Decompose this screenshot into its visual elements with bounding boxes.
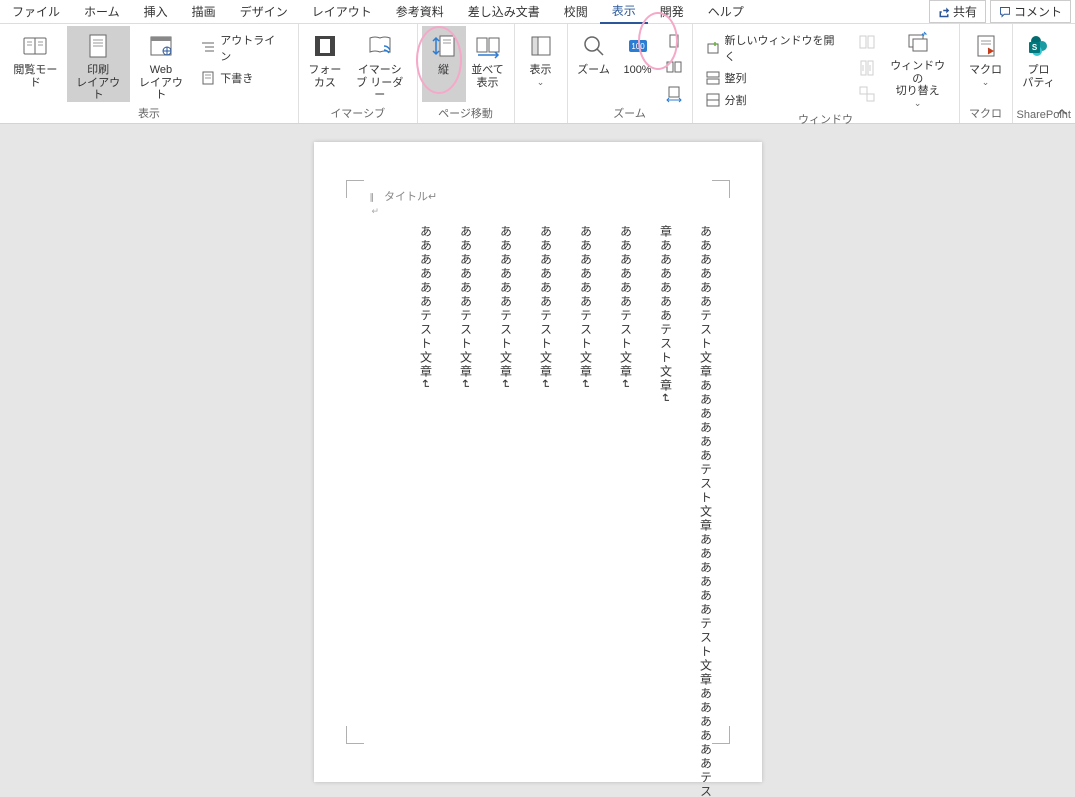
share-button[interactable]: 共有 bbox=[929, 0, 986, 23]
web-layout-button[interactable]: Web レイアウト bbox=[130, 26, 193, 102]
view-side-by-side-button[interactable] bbox=[857, 32, 877, 52]
text-column-7: ああああああテスト文章↵ bbox=[460, 225, 472, 797]
title-line: ∥タイトル↵ ↵ bbox=[370, 188, 720, 217]
margin-corner-bl bbox=[346, 726, 364, 744]
arrange-all-button[interactable]: 整列 bbox=[701, 68, 849, 88]
vertical-button[interactable]: 縦 bbox=[422, 26, 466, 102]
reset-position-button[interactable] bbox=[857, 84, 877, 104]
chevron-up-icon bbox=[1055, 105, 1069, 119]
text-column-8: ああああああテスト文章↵ bbox=[420, 225, 432, 797]
tab-layout[interactable]: レイアウト bbox=[300, 0, 384, 23]
zoom-button[interactable]: ズーム bbox=[572, 26, 616, 102]
group-zoom: ズーム 100 100% ズーム bbox=[568, 24, 693, 123]
arrange-icon bbox=[705, 70, 721, 86]
group-page-move: 縦 並べて 表示 ページ移動 bbox=[418, 24, 515, 123]
hundred-icon: 100 bbox=[622, 30, 654, 62]
print-layout-button[interactable]: 印刷 レイアウト bbox=[67, 26, 130, 102]
group-views: 閲覧モード 印刷 レイアウト Web レイアウト アウトライン bbox=[0, 24, 299, 123]
document-canvas[interactable]: ∥タイトル↵ ↵ ああああああテスト文章ああああああテスト文章ああああああテスト… bbox=[0, 124, 1075, 797]
switch-icon bbox=[902, 30, 934, 58]
group-immersive: フォー カス イマーシ ブ リーダー イマーシブ bbox=[299, 24, 418, 123]
outline-icon bbox=[200, 40, 216, 56]
text-columns: ああああああテスト文章ああああああテスト文章ああああああテスト文章ああああああテ… bbox=[370, 225, 720, 797]
zoom-icon bbox=[578, 30, 610, 62]
sharepoint-icon: S bbox=[1023, 30, 1055, 62]
tab-file[interactable]: ファイル bbox=[0, 0, 72, 23]
svg-text:100: 100 bbox=[631, 42, 645, 51]
show-button[interactable]: 表示 ⌄ bbox=[519, 26, 563, 102]
tab-references[interactable]: 参考資料 bbox=[384, 0, 456, 23]
focus-icon bbox=[309, 30, 341, 62]
margin-corner-tr bbox=[712, 180, 730, 198]
macro-icon bbox=[970, 30, 1002, 62]
tab-draw[interactable]: 描画 bbox=[180, 0, 228, 23]
read-mode-icon bbox=[19, 30, 51, 62]
new-window-icon bbox=[705, 40, 721, 56]
new-window-button[interactable]: 新しいウィンドウを開く bbox=[701, 30, 849, 66]
margin-corner-br bbox=[712, 726, 730, 744]
svg-text:S: S bbox=[1031, 43, 1037, 52]
text-column-3: ああああああテスト文章↵ bbox=[620, 225, 632, 797]
tab-insert[interactable]: 挿入 bbox=[132, 0, 180, 23]
split-icon bbox=[705, 92, 721, 108]
web-layout-icon bbox=[145, 30, 177, 62]
tab-help[interactable]: ヘルプ bbox=[696, 0, 756, 23]
sync-scroll-button[interactable] bbox=[857, 58, 877, 78]
side-by-side-icon bbox=[858, 33, 876, 51]
reader-icon bbox=[364, 30, 396, 62]
multi-page-icon bbox=[665, 59, 683, 77]
sync-scroll-icon bbox=[858, 59, 876, 77]
macros-button[interactable]: マクロ ⌄ bbox=[964, 26, 1008, 102]
one-page-button[interactable] bbox=[664, 32, 684, 52]
zoom-100-button[interactable]: 100 100% bbox=[616, 26, 660, 102]
tab-review[interactable]: 校閲 bbox=[552, 0, 600, 23]
collapse-ribbon-button[interactable] bbox=[1055, 105, 1069, 119]
draft-icon bbox=[200, 70, 216, 86]
reset-pos-icon bbox=[858, 85, 876, 103]
switch-windows-button[interactable]: ウィンドウの 切り替え ⌄ bbox=[881, 26, 955, 102]
comment-icon bbox=[999, 6, 1011, 18]
comment-button[interactable]: コメント bbox=[990, 0, 1071, 23]
group-show: 表示 ⌄ bbox=[515, 24, 568, 123]
tab-mailings[interactable]: 差し込み文書 bbox=[456, 0, 552, 23]
ribbon: 閲覧モード 印刷 レイアウト Web レイアウト アウトライン bbox=[0, 24, 1075, 124]
text-column-5: ああああああテスト文章↵ bbox=[540, 225, 552, 797]
menu-bar: ファイル ホーム 挿入 描画 デザイン レイアウト 参考資料 差し込み文書 校閲… bbox=[0, 0, 1075, 24]
text-column-4: ああああああテスト文章↵ bbox=[580, 225, 592, 797]
section-marker-icon: ∥ bbox=[370, 192, 375, 202]
outline-button[interactable]: アウトライン bbox=[196, 30, 290, 66]
immersive-reader-button[interactable]: イマーシ ブ リーダー bbox=[347, 26, 413, 102]
tab-design[interactable]: デザイン bbox=[228, 0, 300, 23]
side-icon bbox=[472, 30, 504, 62]
one-page-icon bbox=[665, 33, 683, 51]
text-column-1: ああああああテスト文章ああああああテスト文章ああああああテスト文章ああああああテ… bbox=[700, 225, 712, 797]
vertical-icon bbox=[428, 30, 460, 62]
read-mode-button[interactable]: 閲覧モード bbox=[4, 26, 67, 102]
page-width-button[interactable] bbox=[664, 84, 684, 104]
show-icon bbox=[525, 30, 557, 62]
side-by-side-button[interactable]: 並べて 表示 bbox=[466, 26, 510, 102]
page-width-icon bbox=[665, 85, 683, 103]
text-column-6: ああああああテスト文章↵ bbox=[500, 225, 512, 797]
tab-home[interactable]: ホーム bbox=[72, 0, 132, 23]
multi-page-button[interactable] bbox=[664, 58, 684, 78]
margin-corner-tl bbox=[346, 180, 364, 198]
group-macro: マクロ ⌄ マクロ bbox=[960, 24, 1013, 123]
split-button[interactable]: 分割 bbox=[701, 90, 849, 110]
group-window: 新しいウィンドウを開く 整列 分割 ウィンドウの 切り替え ⌄ bbox=[693, 24, 960, 123]
page: ∥タイトル↵ ↵ ああああああテスト文章ああああああテスト文章ああああああテスト… bbox=[314, 142, 762, 782]
share-icon bbox=[938, 6, 950, 18]
text-column-2: 章ああああああテスト文章↵ bbox=[660, 225, 672, 797]
properties-button[interactable]: S プロ パティ bbox=[1017, 26, 1061, 102]
tab-view[interactable]: 表示 bbox=[600, 0, 648, 24]
tab-developer[interactable]: 開発 bbox=[648, 0, 696, 23]
print-layout-icon bbox=[82, 30, 114, 62]
focus-button[interactable]: フォー カス bbox=[303, 26, 347, 102]
draft-button[interactable]: 下書き bbox=[196, 68, 290, 88]
